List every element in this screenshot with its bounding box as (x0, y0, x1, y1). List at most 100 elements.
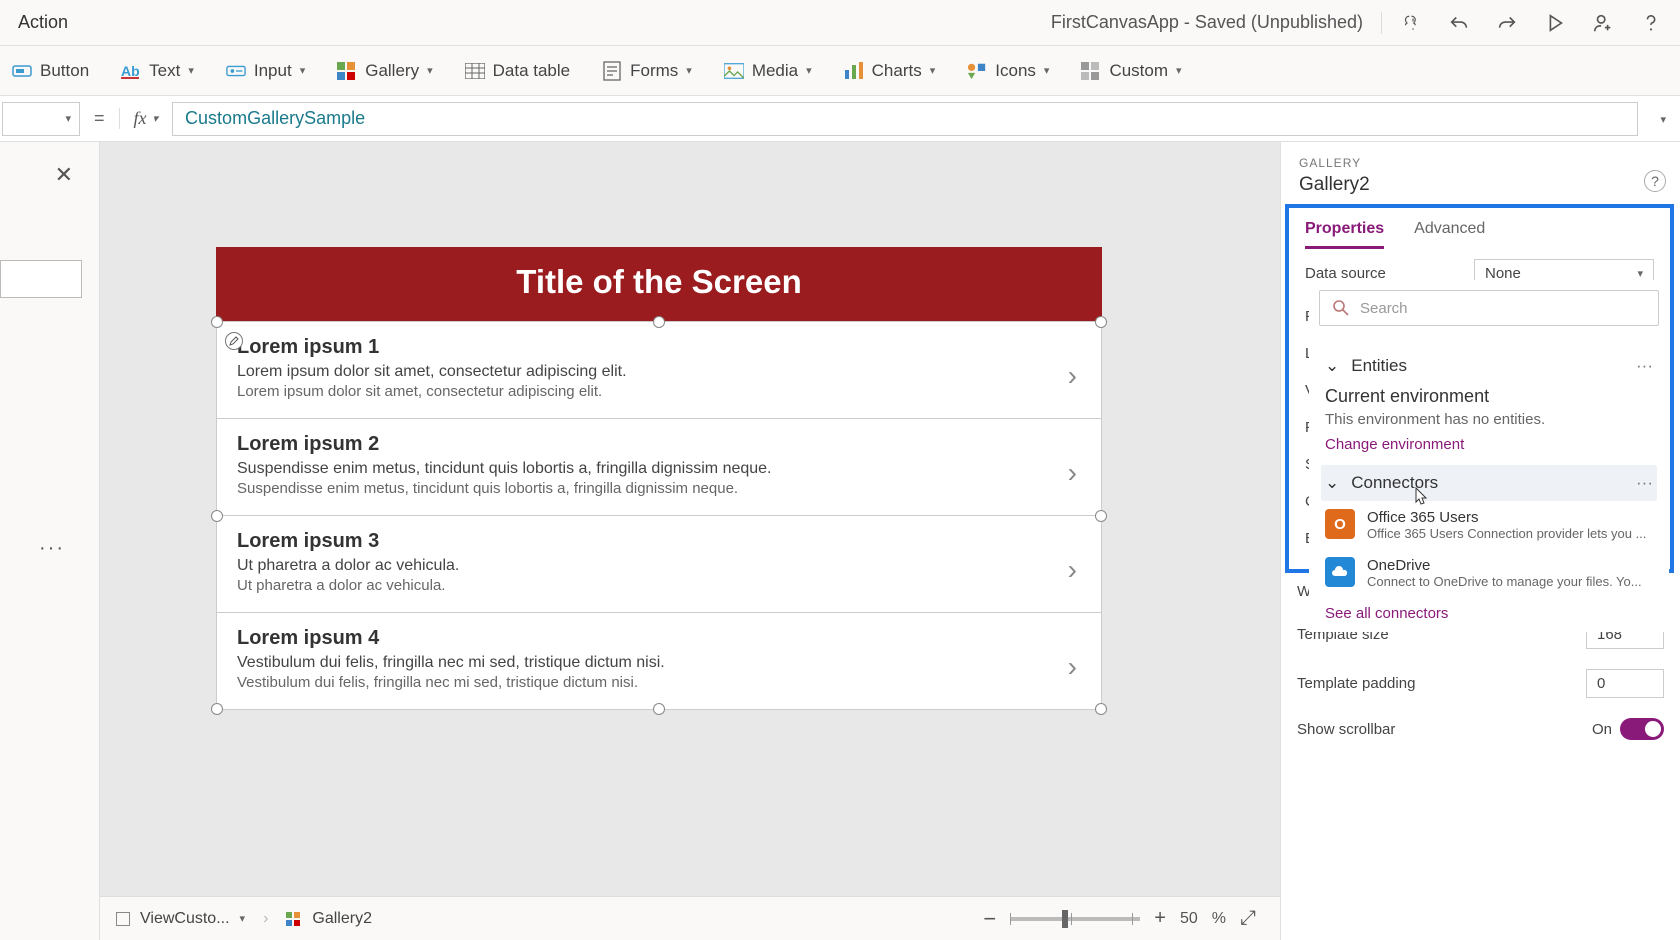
chevron-right-icon[interactable]: › (1068, 360, 1077, 392)
change-environment-link[interactable]: Change environment (1321, 434, 1657, 455)
ribbon-media[interactable]: Media▾ (724, 61, 812, 81)
button-icon (12, 61, 32, 81)
formula-expand-icon[interactable]: ▾ (1646, 110, 1680, 128)
ribbon-custom-label: Custom (1109, 61, 1168, 81)
undo-icon[interactable] (1448, 12, 1470, 34)
share-user-icon[interactable] (1592, 12, 1614, 34)
chevron-right-icon[interactable]: › (1068, 554, 1077, 586)
charts-icon (844, 61, 864, 81)
see-all-connectors-link[interactable]: See all connectors (1321, 603, 1657, 624)
panel-category: GALLERY (1299, 156, 1662, 170)
item-title: Lorem ipsum 1 (237, 336, 1081, 359)
gallery-item[interactable]: Lorem ipsum 3 Ut pharetra a dolor ac veh… (217, 516, 1101, 613)
document-state: FirstCanvasApp - Saved (Unpublished) (1051, 12, 1363, 33)
zoom-slider[interactable] (1010, 917, 1140, 921)
gallery-control[interactable]: Lorem ipsum 1 Lorem ipsum dolor sit amet… (216, 321, 1102, 710)
item-subtitle: Lorem ipsum dolor sit amet, consectetur … (237, 363, 1081, 381)
more-icon[interactable]: ··· (1636, 356, 1653, 376)
prop-label-showscrollbar: Show scrollbar (1297, 721, 1395, 738)
gallery-icon (337, 61, 357, 81)
app-checker-icon[interactable] (1404, 14, 1422, 32)
datasource-popup: Search ⌄ Entities ··· Current environmen… (1309, 280, 1669, 632)
connector-desc: Office 365 Users Connection provider let… (1367, 526, 1646, 541)
search-placeholder: Search (1360, 300, 1408, 317)
zoom-in-icon[interactable]: + (1154, 907, 1166, 930)
fx-label[interactable]: fx▾ (119, 108, 173, 129)
ribbon-input-label: Input (254, 61, 292, 81)
gallery-small-icon (286, 912, 302, 926)
breadcrumb-screen[interactable]: ViewCusto... ▾ (116, 910, 245, 928)
zoom-out-icon[interactable]: − (983, 906, 996, 932)
section-connectors[interactable]: ⌄ Connectors ··· (1321, 465, 1657, 501)
datasource-search[interactable]: Search (1319, 290, 1659, 326)
ribbon-icons-label: Icons (995, 61, 1036, 81)
chevron-right-icon[interactable]: › (1068, 457, 1077, 489)
ribbon-tab-action[interactable]: Action (18, 12, 68, 33)
help-icon[interactable] (1640, 12, 1662, 34)
ribbon-button[interactable]: Button (12, 61, 89, 81)
connector-onedrive[interactable]: OneDrive Connect to OneDrive to manage y… (1321, 549, 1657, 597)
cursor-icon (1413, 487, 1429, 507)
onedrive-icon (1325, 557, 1355, 587)
env-title: Current environment (1321, 384, 1657, 411)
formula-text: CustomGallerySample (185, 108, 365, 129)
play-icon[interactable] (1544, 12, 1566, 34)
equals-sign: = (80, 108, 119, 129)
gallery-item[interactable]: Lorem ipsum 1 Lorem ipsum dolor sit amet… (217, 322, 1101, 419)
input-icon (226, 61, 246, 81)
ribbon-gallery[interactable]: Gallery▾ (337, 61, 432, 81)
formula-input[interactable]: CustomGallerySample (172, 102, 1638, 136)
showscrollbar-toggle[interactable] (1620, 718, 1664, 740)
item-body: Vestibulum dui felis, fringilla nec mi s… (237, 674, 1081, 691)
more-icon[interactable]: ··· (39, 537, 65, 560)
ribbon-forms-label: Forms (630, 61, 678, 81)
property-selector[interactable]: ▾ (2, 102, 80, 136)
section-label: Entities (1351, 356, 1407, 376)
tab-properties[interactable]: Properties (1305, 220, 1384, 249)
ribbon-gallery-label: Gallery (365, 61, 419, 81)
canvas-screen[interactable]: Title of the Screen Lorem ipsum 1 Lorem … (216, 247, 1102, 710)
item-subtitle: Vestibulum dui felis, fringilla nec mi s… (237, 654, 1081, 672)
templatepadding-input[interactable]: 0 (1586, 669, 1664, 698)
ribbon-text[interactable]: Ab Text▾ (121, 61, 194, 81)
gallery-item[interactable]: Lorem ipsum 2 Suspendisse enim metus, ti… (217, 419, 1101, 516)
section-entities[interactable]: ⌄ Entities ··· (1321, 348, 1657, 384)
ribbon-datatable-label: Data table (493, 61, 571, 81)
breadcrumb-control[interactable]: Gallery2 (286, 910, 372, 928)
icons-icon (967, 61, 987, 81)
panel-control-name: Gallery2 (1299, 174, 1662, 196)
ribbon-charts-label: Charts (872, 61, 922, 81)
connector-title: OneDrive (1367, 557, 1642, 574)
more-icon[interactable]: ··· (1636, 473, 1653, 493)
ribbon-forms[interactable]: Forms▾ (602, 61, 692, 81)
close-icon[interactable]: ✕ (55, 162, 73, 188)
gallery-item[interactable]: Lorem ipsum 4 Vestibulum dui felis, frin… (217, 613, 1101, 709)
ribbon-icons[interactable]: Icons▾ (967, 61, 1049, 81)
redo-icon[interactable] (1496, 12, 1518, 34)
templatepadding-value: 0 (1597, 675, 1605, 692)
ribbon-text-label: Text (149, 61, 180, 81)
connector-office365[interactable]: O Office 365 Users Office 365 Users Conn… (1321, 501, 1657, 549)
item-subtitle: Ut pharetra a dolor ac vehicula. (237, 557, 1081, 575)
connector-desc: Connect to OneDrive to manage your files… (1367, 574, 1642, 589)
screen-icon (116, 912, 130, 926)
ribbon-datatable[interactable]: Data table (465, 61, 571, 81)
env-note: This environment has no entities. (1321, 411, 1657, 434)
chevron-down-icon: ⌄ (1325, 356, 1339, 376)
ribbon-custom[interactable]: Custom▾ (1081, 61, 1181, 81)
ribbon-charts[interactable]: Charts▾ (844, 61, 936, 81)
ribbon-input[interactable]: Input▾ (226, 61, 305, 81)
custom-icon (1081, 61, 1101, 81)
ribbon-media-label: Media (752, 61, 798, 81)
left-panel-box[interactable] (0, 260, 82, 298)
item-body: Ut pharetra a dolor ac vehicula. (237, 577, 1081, 594)
fullscreen-icon[interactable]: ⤢ (1240, 907, 1256, 930)
edit-pencil-icon[interactable] (225, 332, 243, 350)
panel-help-icon[interactable]: ? (1644, 170, 1666, 192)
office365-icon: O (1325, 509, 1355, 539)
forms-icon (602, 61, 622, 81)
item-body: Suspendisse enim metus, tincidunt quis l… (237, 480, 1081, 497)
tab-advanced[interactable]: Advanced (1414, 220, 1485, 249)
chevron-right-icon[interactable]: › (1068, 651, 1077, 683)
screen-title: Title of the Screen (216, 247, 1102, 321)
